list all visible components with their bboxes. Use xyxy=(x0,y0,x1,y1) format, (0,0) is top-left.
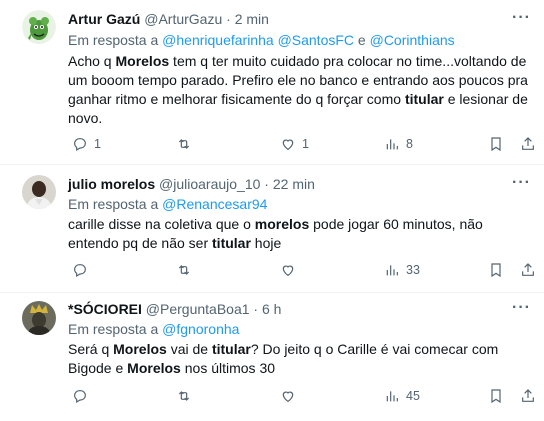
mention-link[interactable]: @Corinthians xyxy=(370,32,455,48)
bookmark-button[interactable] xyxy=(488,135,504,153)
mention-joiner: e xyxy=(357,32,366,48)
tweet-sociorei[interactable]: *SÓCIOREI @PerguntaBoa1 · 6 h ··· Em res… xyxy=(0,293,544,421)
highlight-term: titular xyxy=(211,341,251,357)
text-segment: vai de xyxy=(166,341,212,357)
user-handle[interactable]: @julioaraujo_10 xyxy=(159,176,260,192)
mention-link[interactable]: @SantosFC xyxy=(278,32,354,48)
tweet-header: Artur Gazú @ArturGazu · 2 min xyxy=(68,10,269,28)
person-photo-avatar[interactable] xyxy=(22,175,56,209)
views-count: 33 xyxy=(406,263,420,277)
bookmark-icon xyxy=(491,137,501,152)
text-segment: nos últimos 30 xyxy=(180,360,276,376)
share-icon xyxy=(522,389,534,402)
tweet-artur-gazu[interactable]: Artur Gazú @ArturGazu · 2 min ··· Em res… xyxy=(0,0,544,165)
share-button[interactable] xyxy=(520,387,536,405)
reply-button[interactable] xyxy=(72,387,94,405)
display-name[interactable]: *SÓCIOREI xyxy=(68,301,142,317)
display-name[interactable]: julio morelos xyxy=(68,176,155,192)
like-count: 1 xyxy=(302,137,309,151)
display-name[interactable]: Artur Gazú xyxy=(68,11,140,27)
text-segment: Será q xyxy=(68,341,114,357)
reply-button[interactable]: 1 xyxy=(72,135,101,153)
bookmark-icon xyxy=(491,263,501,278)
tweet-julio-morelos[interactable]: julio morelos @julioaraujo_10 · 22 min ·… xyxy=(0,165,544,293)
like-icon xyxy=(282,139,294,151)
views-count: 8 xyxy=(406,137,413,151)
share-button[interactable] xyxy=(520,261,536,279)
highlight-term: Morelos xyxy=(115,53,170,69)
views-icon xyxy=(386,139,398,150)
views-icon xyxy=(386,265,398,276)
views-button[interactable]: 45 xyxy=(384,387,420,405)
text-segment: hoje xyxy=(250,235,282,251)
share-icon xyxy=(522,263,534,276)
like-icon xyxy=(282,265,294,277)
separator-dot: · xyxy=(264,176,269,192)
user-handle[interactable]: @PerguntaBoa1 xyxy=(146,301,250,317)
reply-context: Em resposta a @fgnoronha xyxy=(68,320,239,338)
bookmark-icon xyxy=(491,389,501,404)
reply-icon xyxy=(74,264,86,278)
more-icon[interactable]: ··· xyxy=(512,300,530,320)
tweet-feed: Artur Gazú @ArturGazu · 2 min ··· Em res… xyxy=(0,0,544,421)
share-icon xyxy=(522,137,534,150)
tweet-header: *SÓCIOREI @PerguntaBoa1 · 6 h xyxy=(68,300,281,318)
tweet-header: julio morelos @julioaraujo_10 · 22 min xyxy=(68,175,315,193)
retweet-icon xyxy=(178,265,190,275)
retweet-icon xyxy=(178,139,190,149)
timestamp[interactable]: 22 min xyxy=(273,176,315,192)
like-button[interactable] xyxy=(280,261,302,279)
separator-dot: · xyxy=(253,301,259,317)
separator-dot: · xyxy=(226,11,231,27)
user-handle[interactable]: @ArturGazu xyxy=(144,11,222,27)
action-bar: 45 xyxy=(68,387,534,405)
highlight-term: morelos xyxy=(254,216,310,232)
share-button[interactable] xyxy=(520,135,536,153)
bookmark-button[interactable] xyxy=(488,387,504,405)
highlight-term: titular xyxy=(404,91,444,107)
reply-prefix: Em resposta a xyxy=(68,321,159,337)
like-button[interactable] xyxy=(280,387,302,405)
mention-link[interactable]: @fgnoronha xyxy=(162,321,239,337)
timestamp[interactable]: 2 min xyxy=(235,11,269,27)
reply-prefix: Em resposta a xyxy=(68,196,159,212)
reply-count: 1 xyxy=(94,137,101,151)
reply-button[interactable] xyxy=(72,261,94,279)
views-button[interactable]: 8 xyxy=(384,135,413,153)
highlight-term: titular xyxy=(212,235,251,251)
bookmark-button[interactable] xyxy=(488,261,504,279)
reply-prefix: Em resposta a xyxy=(68,32,159,48)
views-icon xyxy=(386,391,398,402)
like-button[interactable]: 1 xyxy=(280,135,309,153)
tweet-text: Acho q Morelos tem q ter muito cuidado p… xyxy=(68,52,530,128)
like-icon xyxy=(282,391,294,403)
text-segment: carille disse na coletiva que o xyxy=(68,216,255,232)
reply-context: Em resposta a @Renancesar94 xyxy=(68,195,267,213)
views-button[interactable]: 33 xyxy=(384,261,420,279)
more-icon[interactable]: ··· xyxy=(512,175,530,195)
retweet-button[interactable] xyxy=(176,261,198,279)
timestamp[interactable]: 6 h xyxy=(262,301,281,317)
more-icon[interactable]: ··· xyxy=(512,10,530,30)
tweet-text: carille disse na coletiva que o morelos … xyxy=(68,215,530,253)
action-bar: 33 xyxy=(68,261,534,279)
retweet-button[interactable] xyxy=(176,387,198,405)
crowned-person-avatar[interactable] xyxy=(22,301,56,335)
retweet-icon xyxy=(178,391,190,401)
mention-link[interactable]: @henriquefarinha xyxy=(162,32,274,48)
reply-icon xyxy=(74,390,86,404)
views-count: 45 xyxy=(406,389,420,403)
reply-icon xyxy=(74,138,86,152)
retweet-button[interactable] xyxy=(176,135,198,153)
tweet-text: Será q Morelos vai de titular? Do jeito … xyxy=(68,340,530,378)
green-monster-avatar[interactable] xyxy=(22,10,56,44)
action-bar: 1 1 8 xyxy=(68,135,534,153)
highlight-term: Morelos xyxy=(113,341,167,357)
reply-context: Em resposta a @henriquefarinha @SantosFC… xyxy=(68,31,455,49)
text-segment: Acho q xyxy=(68,53,116,69)
mention-link[interactable]: @Renancesar94 xyxy=(162,196,267,212)
highlight-term: Morelos xyxy=(127,360,181,376)
